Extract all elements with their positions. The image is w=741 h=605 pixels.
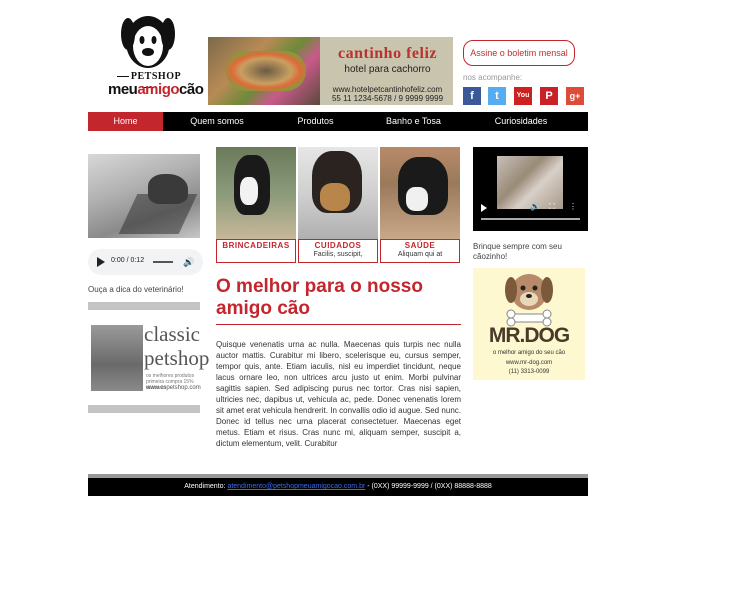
card-photo bbox=[216, 147, 296, 239]
nav-home[interactable]: Home bbox=[88, 112, 163, 131]
dog-photo bbox=[88, 154, 200, 238]
newsletter-button[interactable]: Assine o boletim mensal bbox=[463, 40, 575, 66]
video-progress[interactable] bbox=[481, 218, 580, 220]
banner-title: cantinho feliz bbox=[338, 45, 437, 62]
ad-url: www.cspetshop.com bbox=[146, 385, 201, 391]
nav-quem-somos[interactable]: Quem somos bbox=[173, 112, 261, 131]
banner-url: www.hotelpetcantinhofeliz.com bbox=[332, 85, 443, 94]
logo-name: meuamigocão bbox=[108, 81, 204, 98]
mr-dog-ad[interactable]: MR.DOG o melhor amigo do seu cão www.mr-… bbox=[473, 268, 585, 380]
volume-icon[interactable]: 🔊 bbox=[183, 257, 194, 268]
banner-phone: 55 11 1234-5678 / 9 9999 9999 bbox=[331, 94, 444, 103]
mr-dog-tagline: o melhor amigo do seu cão bbox=[492, 350, 566, 356]
card-photo bbox=[380, 147, 460, 239]
google-plus-icon[interactable]: g+ bbox=[566, 87, 584, 105]
page-title: O melhor para o nosso amigo cão bbox=[216, 276, 423, 319]
footer: Atendimento: atendimento@petshopmeuamigo… bbox=[88, 478, 588, 496]
vet-caption: Ouça a dica do veterinário! bbox=[88, 285, 184, 294]
more-icon[interactable]: ⋮ bbox=[569, 202, 577, 211]
mr-dog-url: www.mr-dog.com bbox=[505, 360, 553, 366]
ad-line1: classic bbox=[144, 322, 200, 346]
card-cuidados[interactable]: CUIDADOS Facilis, suscipit, bbox=[298, 147, 378, 263]
nav-produtos[interactable]: Produtos bbox=[273, 112, 358, 131]
dog-face-icon bbox=[121, 16, 175, 68]
video-player[interactable]: 🔊 ⛶ ⋮ bbox=[473, 147, 588, 231]
audio-player[interactable]: 0:00 / 0:12 🔊 bbox=[88, 249, 203, 275]
play-icon[interactable] bbox=[97, 257, 105, 267]
video-caption: Brinque sempre com seu cãozinho! bbox=[473, 242, 562, 261]
card-photo bbox=[298, 147, 378, 239]
ad-line2: petshop bbox=[144, 346, 210, 370]
logo[interactable]: PETSHOP meuamigocão bbox=[108, 8, 204, 100]
follow-label: nos acompanhe: bbox=[463, 73, 523, 82]
article-body: Quisque venenatis urna ac nulla. Maecena… bbox=[216, 340, 461, 448]
dog-logo-icon bbox=[505, 274, 553, 327]
twitter-icon[interactable]: t bbox=[488, 87, 506, 105]
audio-progress[interactable] bbox=[153, 261, 173, 263]
audio-time: 0:00 / 0:12 bbox=[111, 257, 145, 264]
banner-subtitle: hotel para cachorro bbox=[344, 64, 431, 75]
card-brincadeiras[interactable]: BRINCADEIRAS bbox=[216, 147, 296, 263]
card-saude[interactable]: SAÚDE Aliquam qui at bbox=[380, 147, 460, 263]
fullscreen-icon[interactable]: ⛶ bbox=[549, 202, 555, 212]
ad-dog-photo bbox=[91, 325, 143, 391]
footer-phones: - (0XX) 99999-9999 / (0XX) 88888-8888 bbox=[365, 483, 492, 490]
card-desc: Facilis, suscipit, bbox=[313, 251, 363, 258]
main-nav: Home Quem somos Produtos Banho e Tosa Cu… bbox=[88, 112, 588, 131]
volume-icon[interactable]: 🔊 bbox=[530, 202, 540, 211]
card-title: CUIDADOS bbox=[314, 241, 362, 250]
nav-curiosidades[interactable]: Curiosidades bbox=[476, 112, 566, 131]
play-icon[interactable] bbox=[481, 204, 487, 212]
footer-prefix: Atendimento: bbox=[184, 483, 226, 490]
mr-dog-name: MR.DOG bbox=[488, 324, 570, 347]
banner-ad[interactable]: cantinho feliz hotel para cachorro www.h… bbox=[208, 37, 453, 105]
classic-petshop-ad[interactable]: classic petshop os melhores produtos pri… bbox=[88, 302, 209, 413]
card-desc: Aliquam qui at bbox=[397, 251, 443, 258]
facebook-icon[interactable]: f bbox=[463, 87, 481, 105]
pinterest-icon[interactable]: P bbox=[540, 87, 558, 105]
divider bbox=[216, 324, 461, 325]
mr-dog-phone: (11) 3313-0099 bbox=[508, 369, 550, 375]
card-title: SAÚDE bbox=[404, 241, 436, 250]
footer-email-link[interactable]: atendimento@petshopmeuamigocao.com.br bbox=[227, 483, 365, 490]
banner-photo bbox=[208, 37, 320, 105]
youtube-icon[interactable]: You bbox=[514, 87, 532, 105]
nav-banho-e-tosa[interactable]: Banho e Tosa bbox=[371, 112, 456, 131]
card-title: BRINCADEIRAS bbox=[222, 241, 290, 250]
